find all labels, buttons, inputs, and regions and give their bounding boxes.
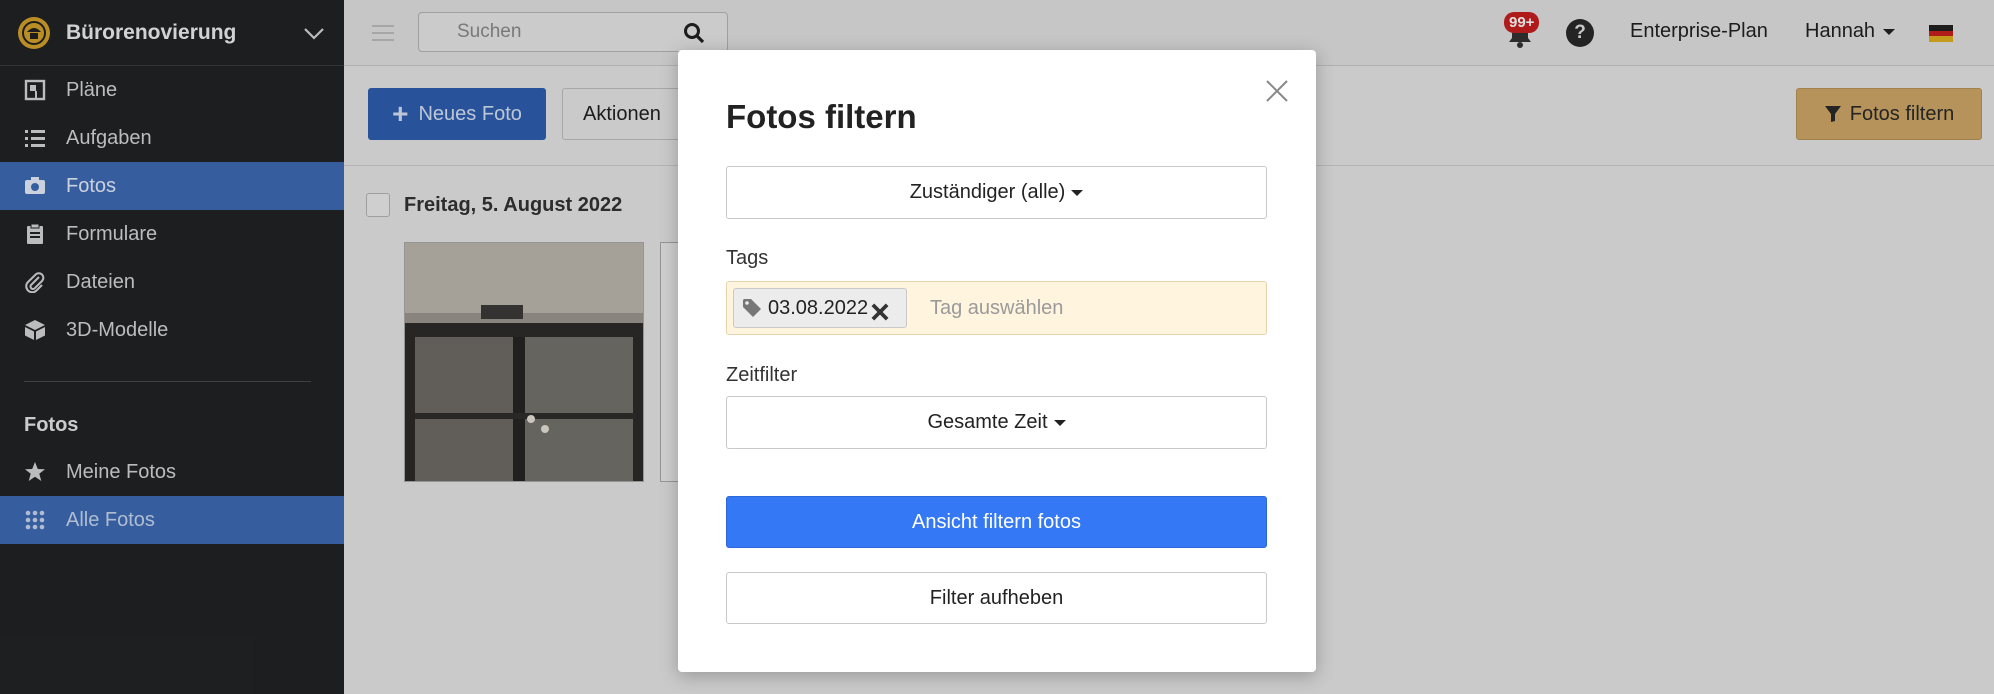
caret-down-icon	[1053, 419, 1066, 426]
apply-filter-button[interactable]: Ansicht filtern fotos	[726, 496, 1267, 548]
reset-filter-button[interactable]: Filter aufheben	[726, 572, 1267, 624]
tags-input[interactable]: 03.08.2022 Tag auswählen	[726, 281, 1267, 335]
filter-photos-modal: Fotos filtern Zuständiger (alle) Tags 03…	[678, 50, 1316, 672]
remove-tag-icon[interactable]	[870, 302, 890, 322]
assignee-dropdown-label: Zuständiger (alle)	[909, 181, 1066, 203]
tag-icon	[743, 299, 761, 317]
time-filter-dropdown[interactable]: Gesamte Zeit	[726, 396, 1267, 449]
time-filter-label: Zeitfilter	[726, 364, 798, 386]
assignee-dropdown[interactable]: Zuständiger (alle)	[726, 166, 1267, 219]
apply-filter-label: Ansicht filtern fotos	[912, 510, 1081, 533]
modal-title: Fotos filtern	[726, 98, 917, 135]
tag-chip[interactable]: 03.08.2022	[733, 288, 907, 328]
reset-filter-label: Filter aufheben	[929, 586, 1064, 609]
time-filter-value: Gesamte Zeit	[927, 411, 1048, 433]
caret-down-icon	[1071, 189, 1084, 196]
close-icon[interactable]	[1264, 78, 1290, 104]
tags-label: Tags	[726, 247, 769, 269]
tag-chip-label: 03.08.2022	[768, 296, 869, 319]
tag-select-placeholder[interactable]: Tag auswählen	[930, 297, 1063, 320]
